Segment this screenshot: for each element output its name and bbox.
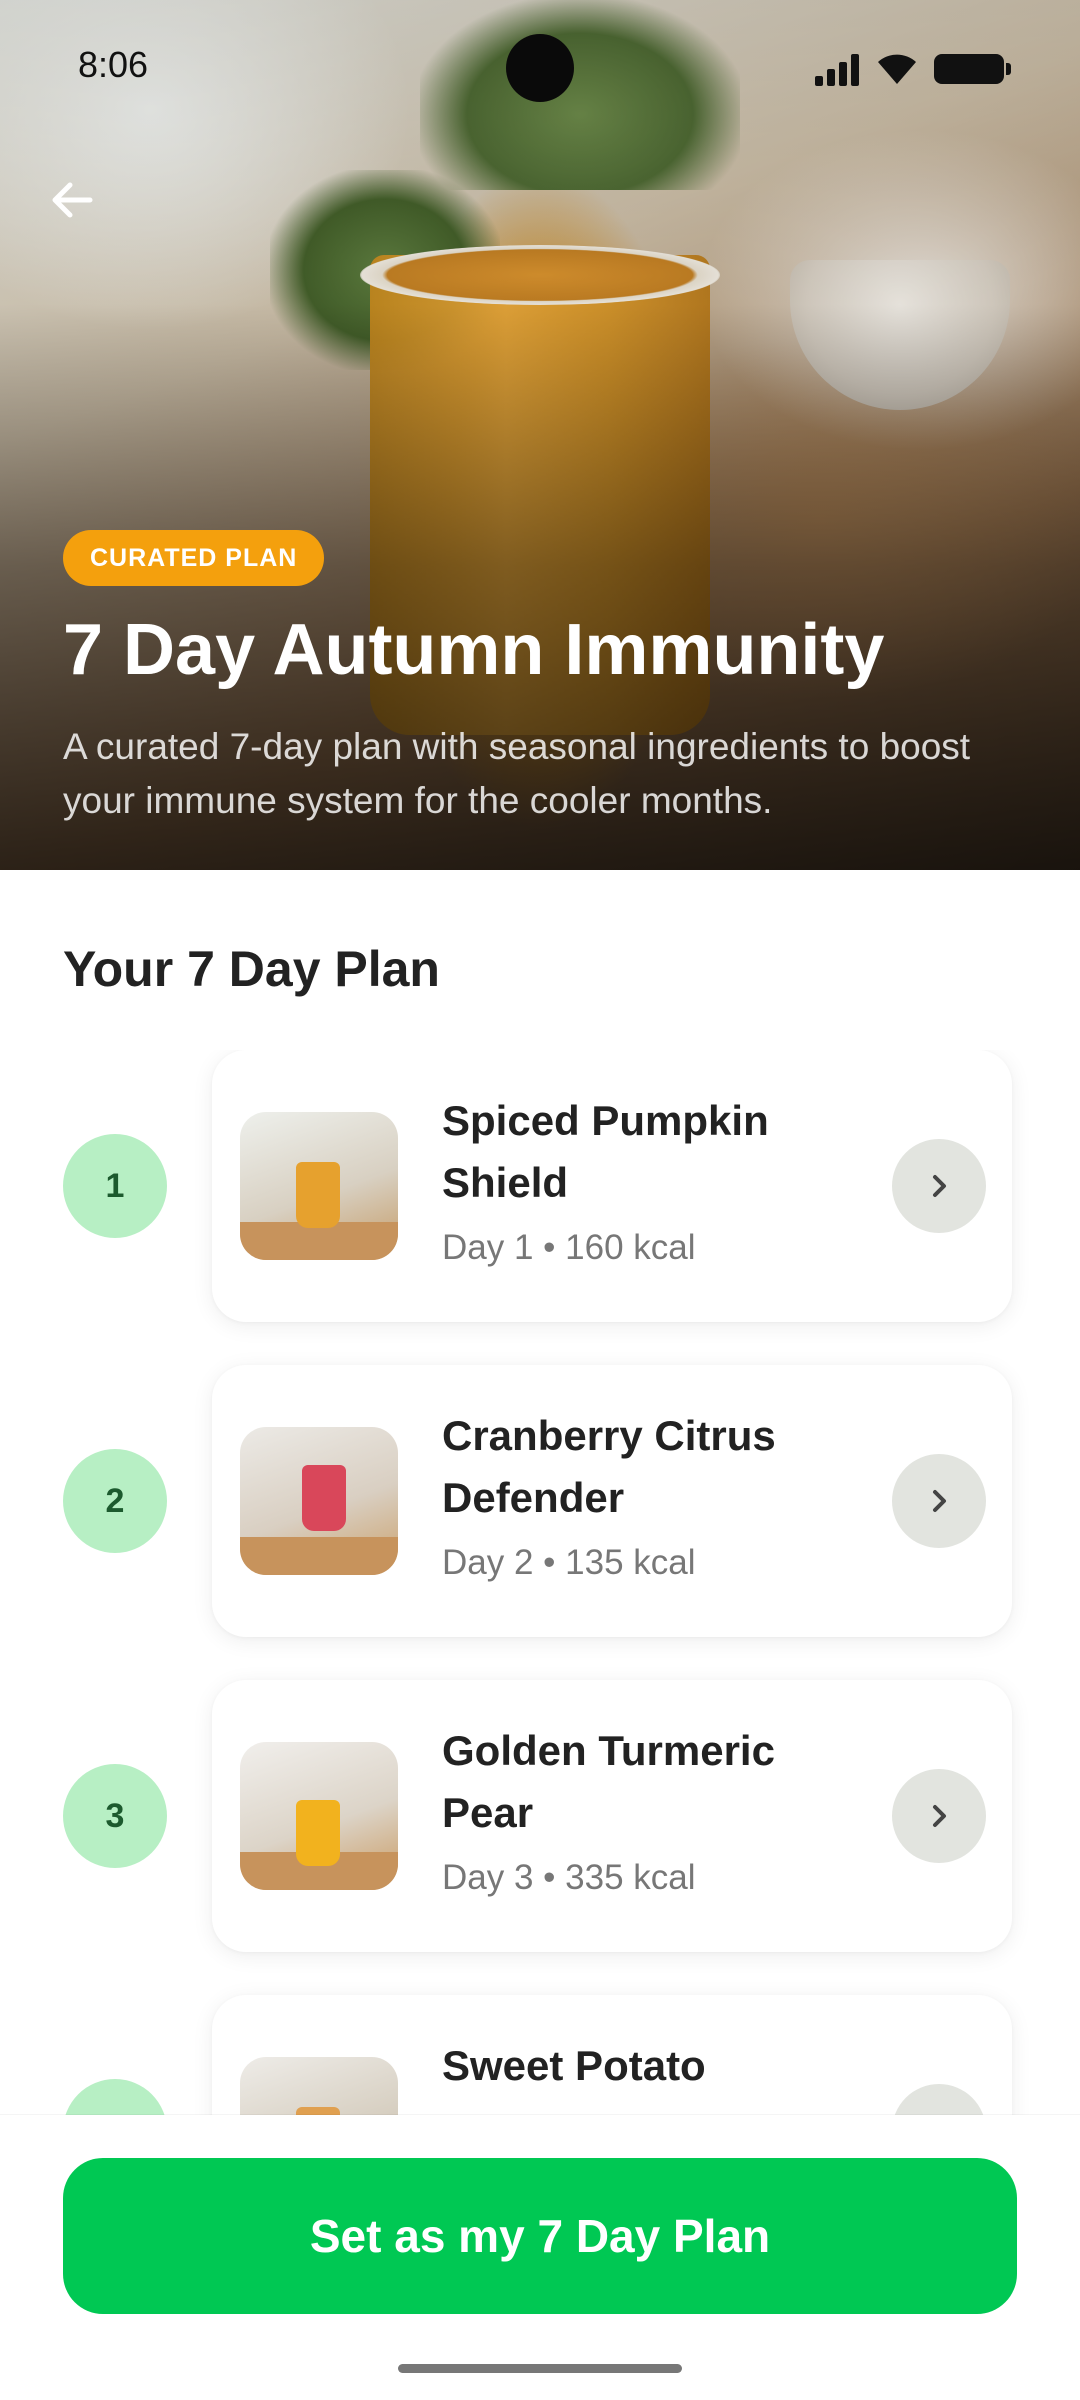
wifi-icon xyxy=(878,54,916,84)
day-number-badge: 4 xyxy=(63,2079,167,2115)
recipe-name: Golden Turmeric Pear xyxy=(442,1727,775,1836)
open-recipe-button[interactable] xyxy=(892,1139,986,1233)
recipe-card[interactable]: Cranberry Citrus Defender Day 2 • 135 kc… xyxy=(212,1365,1012,1637)
list-item: 3 Golden Turmeric Pear Day 3 • 335 kcal xyxy=(0,1680,1080,1952)
recipe-meta: Day 2 • 135 kcal xyxy=(442,1543,696,1582)
recipe-card[interactable]: Sweet Potato xyxy=(212,1995,1012,2115)
chevron-right-icon xyxy=(933,1175,946,1197)
recipe-thumbnail xyxy=(240,1112,398,1260)
recipe-name: Sweet Potato xyxy=(442,2042,706,2089)
plan-list[interactable]: 1 Spiced Pumpkin Shield Day 1 • 160 kcal… xyxy=(0,1050,1080,2115)
recipe-meta: Day 1 • 160 kcal xyxy=(442,1228,696,1267)
list-item: 2 Cranberry Citrus Defender Day 2 • 135 … xyxy=(0,1365,1080,1637)
recipe-name: Cranberry Citrus Defender xyxy=(442,1412,776,1521)
recipe-thumbnail xyxy=(240,1427,398,1575)
section-title: Your 7 Day Plan xyxy=(63,941,440,997)
day-number-badge: 3 xyxy=(63,1764,167,1868)
camera-cutout xyxy=(506,34,574,102)
recipe-name: Spiced Pumpkin Shield xyxy=(442,1097,769,1206)
list-item: 4 Sweet Potato xyxy=(0,1995,1080,2115)
back-button[interactable] xyxy=(42,170,102,230)
page-title: 7 Day Autumn Immunity xyxy=(63,610,885,690)
arrow-left-icon xyxy=(52,182,93,218)
day-number-badge: 2 xyxy=(63,1449,167,1553)
list-item: 1 Spiced Pumpkin Shield Day 1 • 160 kcal xyxy=(0,1050,1080,1322)
battery-icon xyxy=(934,54,1011,84)
recipe-card[interactable]: Spiced Pumpkin Shield Day 1 • 160 kcal xyxy=(212,1050,1012,1322)
plan-description: A curated 7-day plan with seasonal ingre… xyxy=(63,726,971,821)
chevron-right-icon xyxy=(933,1490,946,1512)
recipe-meta: Day 3 • 335 kcal xyxy=(442,1858,696,1897)
day-number-badge: 1 xyxy=(63,1134,167,1238)
chevron-right-icon xyxy=(933,1805,946,1827)
status-bar: 8:06 xyxy=(0,0,1080,130)
open-recipe-button[interactable] xyxy=(892,2084,986,2115)
signal-icon xyxy=(815,54,859,86)
curated-plan-badge: CURATED PLAN xyxy=(63,530,325,586)
home-indicator[interactable] xyxy=(398,2364,682,2373)
recipe-thumbnail xyxy=(240,1742,398,1890)
set-plan-button[interactable]: Set as my 7 Day Plan xyxy=(63,2158,1017,2314)
recipe-card[interactable]: Golden Turmeric Pear Day 3 • 335 kcal xyxy=(212,1680,1012,1952)
recipe-thumbnail xyxy=(240,2057,398,2115)
open-recipe-button[interactable] xyxy=(892,1454,986,1548)
open-recipe-button[interactable] xyxy=(892,1769,986,1863)
status-time: 8:06 xyxy=(78,44,149,85)
